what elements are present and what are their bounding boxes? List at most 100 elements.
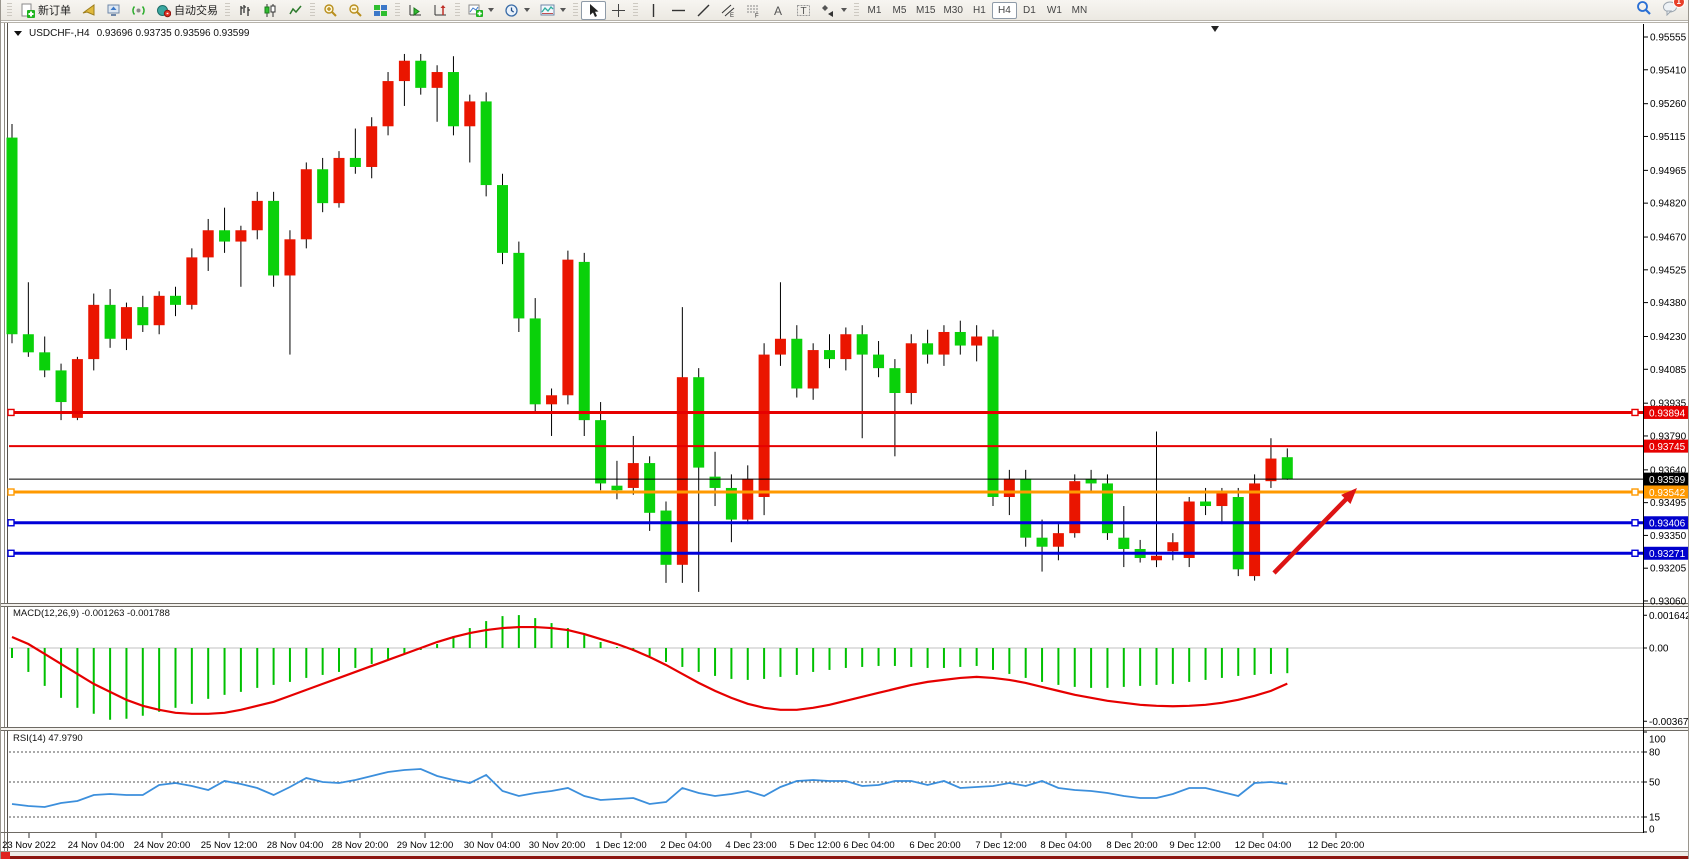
channel-button[interactable]: E [716, 1, 741, 20]
timeframe-m5[interactable]: M5 [887, 2, 912, 19]
templates-icon [540, 3, 555, 18]
periods-button[interactable] [499, 1, 535, 20]
vertical-line-button[interactable] [641, 1, 666, 20]
candle [808, 343, 819, 400]
time-label: 23 Nov 2022 [2, 840, 56, 851]
toolbar-grip[interactable] [225, 3, 230, 17]
line-handle[interactable] [8, 489, 14, 495]
candle [464, 95, 475, 163]
symbol-timeframe-label: USDCHF-,H4 [29, 28, 90, 39]
chart-window-title[interactable]: USDCHF-,H4 0.93696 0.93735 0.93596 0.935… [14, 28, 250, 39]
time-label: 8 Dec 20:00 [1106, 840, 1157, 851]
auto-trading-label: 自动交易 [174, 2, 218, 18]
trading-platform-window: 新订单 自动交易 [0, 0, 1689, 859]
bottom-strip [1, 851, 1689, 859]
timeframe-m30[interactable]: M30 [939, 2, 966, 19]
chevron-down-icon [560, 8, 566, 12]
toolbar-grip[interactable] [395, 3, 400, 17]
line-handle[interactable] [1632, 520, 1638, 526]
timeframe-h4[interactable]: H4 [992, 2, 1017, 19]
search-icon[interactable] [1636, 0, 1652, 21]
chat-button[interactable]: 1 [1662, 0, 1678, 21]
fibonacci-button[interactable]: F [741, 1, 766, 20]
zoom-out-button[interactable] [343, 1, 368, 20]
svg-text:0.93745: 0.93745 [1649, 442, 1686, 453]
candle [1135, 540, 1146, 563]
trendline-button[interactable] [691, 1, 716, 20]
candle [906, 334, 917, 404]
chart-canvas[interactable]: 0.955550.954100.952600.951150.949650.948… [1, 0, 1689, 859]
line-chart-button[interactable] [283, 1, 308, 20]
zoom-out-icon [348, 3, 363, 18]
chevron-down-icon [14, 31, 22, 36]
shapes-button[interactable] [816, 1, 852, 20]
candle [693, 368, 704, 592]
toolbar-grip[interactable] [854, 3, 859, 17]
chevron-down-icon [488, 8, 494, 12]
candle [513, 242, 524, 332]
zoom-in-icon [323, 3, 338, 18]
timeframe-m1[interactable]: M1 [862, 2, 887, 19]
time-label: 28 Nov 20:00 [332, 840, 389, 851]
toolbar-grip[interactable] [455, 3, 460, 17]
candle [284, 230, 295, 354]
auto-scroll-button[interactable] [403, 1, 428, 20]
candle [726, 474, 737, 542]
new-order-button[interactable]: 新订单 [15, 1, 76, 20]
line-handle[interactable] [8, 550, 14, 556]
line-handle[interactable] [8, 409, 14, 415]
line-handle[interactable] [8, 520, 14, 526]
timeframe-m15[interactable]: M15 [912, 2, 939, 19]
timeframe-h1[interactable]: H1 [967, 2, 992, 19]
indicators-button[interactable] [463, 1, 499, 20]
svg-text:0.95410: 0.95410 [1650, 65, 1687, 76]
candle [317, 158, 328, 212]
candle [1037, 520, 1048, 572]
chevron-down-icon [524, 8, 530, 12]
templates-button[interactable] [535, 1, 571, 20]
bar-chart-icon [238, 3, 253, 18]
chart-shift-marker[interactable] [1211, 26, 1219, 32]
toolbar: 新订单 自动交易 [1, 0, 1689, 21]
candlestick-chart-button[interactable] [258, 1, 283, 20]
horizontal-line-button[interactable] [666, 1, 691, 20]
trend-arrow[interactable] [1274, 488, 1357, 573]
candle [644, 456, 655, 531]
publish-button[interactable] [101, 1, 126, 20]
time-label: 12 Dec 04:00 [1235, 840, 1292, 851]
timeframe-d1[interactable]: D1 [1017, 2, 1042, 19]
bar-chart-button[interactable] [233, 1, 258, 20]
line-handle[interactable] [1632, 550, 1638, 556]
toolbar-grip[interactable] [310, 3, 315, 17]
text-icon: A [771, 3, 786, 18]
cursor-button[interactable] [581, 1, 606, 20]
signals-button[interactable] [126, 1, 151, 20]
timeframe-w1[interactable]: W1 [1042, 2, 1067, 19]
candle [579, 253, 590, 436]
timeframe-mn[interactable]: MN [1067, 2, 1092, 19]
time-label: 24 Nov 04:00 [68, 840, 125, 851]
ohlc-values: 0.93696 0.93735 0.93596 0.93599 [97, 28, 250, 39]
chart-shift-button[interactable] [428, 1, 453, 20]
sound-button[interactable] [76, 1, 101, 20]
auto-trading-button[interactable]: 自动交易 [151, 1, 223, 20]
svg-text:0.93350: 0.93350 [1650, 531, 1687, 542]
line-handle[interactable] [1632, 489, 1638, 495]
zoom-in-button[interactable] [318, 1, 343, 20]
text-label-button[interactable]: T [791, 1, 816, 20]
crosshair-button[interactable] [606, 1, 631, 20]
shapes-icon [821, 3, 836, 18]
candle [1086, 470, 1097, 493]
horizontal-lines [8, 409, 1643, 556]
line-handle[interactable] [1632, 409, 1638, 415]
toolbar-grip[interactable] [633, 3, 638, 17]
toolbar-grip[interactable] [573, 3, 578, 17]
text-button[interactable]: A [766, 1, 791, 20]
periods-icon [504, 3, 519, 18]
toolbar-grip[interactable] [7, 3, 12, 17]
candle [1053, 524, 1064, 560]
tile-windows-button[interactable] [368, 1, 393, 20]
candle [857, 325, 868, 438]
svg-text:0.93599: 0.93599 [1649, 475, 1686, 486]
cursor-icon [586, 3, 601, 18]
